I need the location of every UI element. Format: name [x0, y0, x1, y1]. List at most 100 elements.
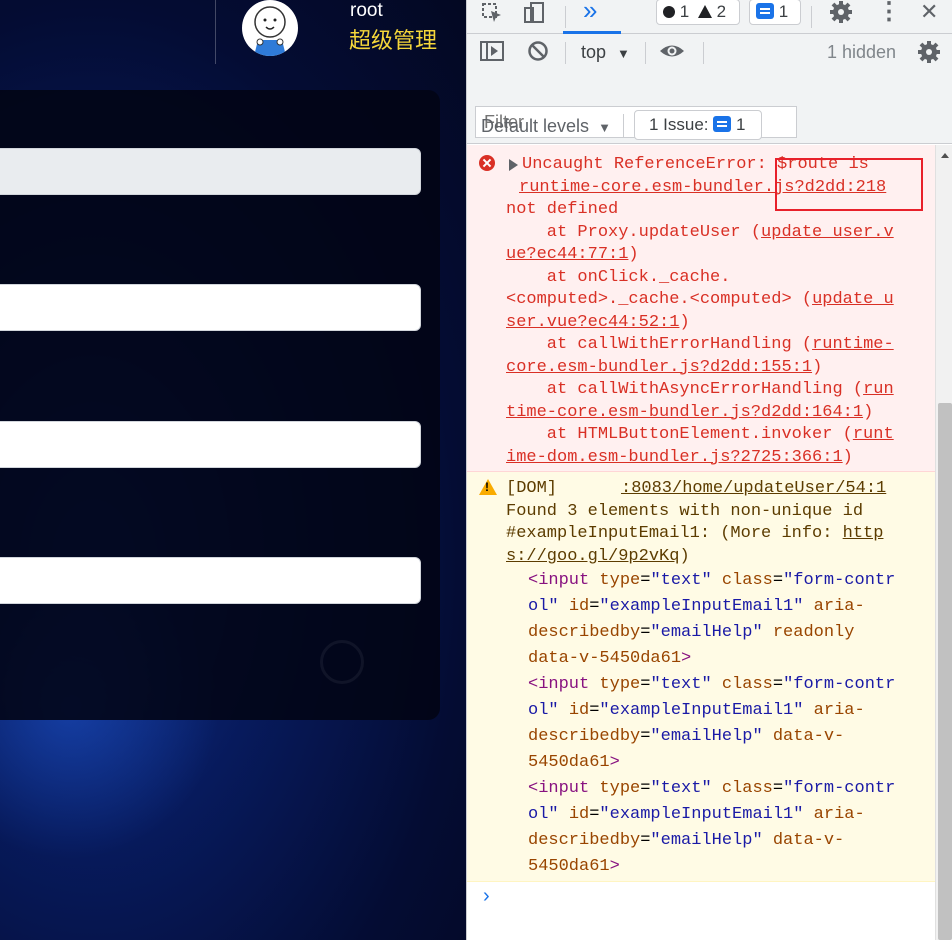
- dom-token: [559, 805, 569, 824]
- device-toolbar-icon[interactable]: [523, 2, 547, 30]
- dom-token: id: [568, 701, 590, 720]
- warning-source[interactable]: :8083/home/updateUser/54:1: [621, 478, 886, 501]
- gear-icon[interactable]: [829, 0, 853, 30]
- dom-token: =: [640, 727, 651, 746]
- dom-element-line[interactable]: 5450da61>: [528, 752, 620, 775]
- console-toolbar: top ▼ 1 hidden Default levels ▼ 1 Issue:…: [467, 34, 952, 144]
- dom-token: "exampleInputEmail1": [599, 701, 804, 720]
- stack-frame-text: <computed>._cache.<computed> (: [506, 290, 813, 309]
- dom-token: "exampleInputEmail1": [599, 597, 804, 616]
- dom-token: =: [772, 675, 784, 694]
- inspect-element-icon[interactable]: [481, 2, 503, 30]
- warning-text-line: #exampleInputEmail1: (More info: http: [506, 523, 883, 546]
- console-scrollbar[interactable]: [935, 145, 952, 940]
- dom-token: >: [681, 649, 692, 668]
- form-input-3[interactable]: [0, 421, 421, 468]
- stack-frame-link[interactable]: ime-dom.esm-bundler.js?2725:366:1: [506, 448, 843, 467]
- dom-token: type: [599, 779, 641, 798]
- clear-console-icon[interactable]: [527, 40, 549, 68]
- more-info-link[interactable]: s://goo.gl/9p2vKq: [506, 547, 679, 566]
- dom-element-line[interactable]: data-v-5450da61>: [528, 648, 691, 671]
- error-text-line: not defined: [506, 200, 619, 219]
- eye-icon[interactable]: [659, 40, 685, 68]
- user-role: 超级管理: [349, 28, 438, 53]
- dom-token: [763, 831, 773, 850]
- toolbar-separator: [565, 6, 566, 28]
- issues-message-icon: [713, 116, 732, 132]
- close-icon[interactable]: ✕: [920, 0, 938, 24]
- dom-token: "form-contr: [783, 779, 896, 798]
- error-icon: [479, 155, 495, 171]
- error-dot-icon: [663, 6, 675, 18]
- context-select[interactable]: top ▼: [581, 40, 630, 66]
- kebab-menu-icon[interactable]: ⋮: [877, 0, 901, 24]
- sidebar-toggle-icon[interactable]: [479, 40, 505, 68]
- paren: ): [679, 312, 690, 332]
- dom-element-line[interactable]: <input type="text" class="form-contr: [528, 778, 895, 801]
- scroll-up-arrow-icon[interactable]: [941, 153, 949, 158]
- warning-count: 2: [716, 2, 727, 21]
- dom-token: "exampleInputEmail1": [599, 805, 804, 824]
- paren: ): [842, 447, 853, 467]
- dom-element-line[interactable]: <input type="text" class="form-contr: [528, 570, 895, 593]
- more-tabs-icon[interactable]: »: [583, 0, 597, 23]
- issues-button[interactable]: 1 Issue: 1: [634, 110, 762, 140]
- chevron-down-icon: ▼: [598, 120, 611, 135]
- stack-frame-link[interactable]: core.esm-bundler.js?d2dd:155:1: [506, 358, 812, 377]
- toolbar-separator: [645, 42, 646, 64]
- dom-element-line[interactable]: describedby="emailHelp" readonly: [528, 622, 854, 645]
- dom-element-line[interactable]: <input type="text" class="form-contr: [528, 674, 895, 697]
- dom-element-line[interactable]: 5450da61>: [528, 856, 620, 879]
- stack-frame: ime-dom.esm-bundler.js?2725:366:1): [506, 447, 853, 470]
- stack-frame-text: at callWithAsyncErrorHandling (: [506, 380, 864, 399]
- dom-token: ol": [528, 597, 559, 616]
- issues-counter[interactable]: 1: [749, 0, 801, 25]
- scrollbar-thumb[interactable]: [938, 403, 952, 940]
- console-prompt-icon[interactable]: ›: [483, 885, 490, 908]
- form-input-4[interactable]: [0, 557, 421, 604]
- dom-token: "form-contr: [783, 675, 896, 694]
- stack-frame-link[interactable]: run: [863, 380, 894, 399]
- stack-frame-link[interactable]: update_user.v: [761, 223, 894, 242]
- avatar[interactable]: [242, 0, 298, 56]
- dom-element-line[interactable]: describedby="emailHelp" data-v-: [528, 726, 844, 749]
- stack-frame-link[interactable]: runtime-: [812, 335, 894, 354]
- stack-frame: time-core.esm-bundler.js?d2dd:164:1): [506, 402, 873, 425]
- dom-token: =: [772, 779, 784, 798]
- dom-element-line[interactable]: ol" id="exampleInputEmail1" aria-: [528, 596, 865, 619]
- issues-count: 1: [736, 115, 746, 134]
- readonly-input[interactable]: [0, 148, 421, 195]
- context-value: top: [581, 42, 607, 62]
- stack-frame-link[interactable]: ser.vue?ec44:52:1: [506, 313, 679, 332]
- error-warning-counter[interactable]: 1 2: [656, 0, 740, 25]
- stack-frame-link[interactable]: runt: [853, 425, 894, 444]
- warning-source-link[interactable]: :8083/home/updateUser/54:1: [621, 479, 886, 498]
- dom-token: <input: [528, 675, 600, 694]
- stack-frame-link[interactable]: time-core.esm-bundler.js?d2dd:164:1: [506, 403, 863, 422]
- stack-frame-text: at HTMLButtonElement.invoker (: [506, 425, 853, 444]
- stack-frame-link[interactable]: ue?ec44:77:1: [506, 245, 628, 264]
- warning-text: #exampleInputEmail1: (More info:: [506, 524, 843, 543]
- paren: ): [812, 357, 823, 377]
- dom-element-line[interactable]: ol" id="exampleInputEmail1" aria-: [528, 700, 865, 723]
- dom-token: <input: [528, 779, 600, 798]
- stack-frame: core.esm-bundler.js?d2dd:155:1): [506, 357, 822, 380]
- expand-triangle-icon[interactable]: [509, 159, 518, 171]
- console-settings-gear-icon[interactable]: [917, 40, 941, 70]
- form-input-2[interactable]: [0, 284, 421, 331]
- log-levels-select[interactable]: Default levels ▼: [481, 114, 611, 140]
- dom-token: =: [640, 831, 651, 850]
- dom-element-line[interactable]: describedby="emailHelp" data-v-: [528, 830, 844, 853]
- warning-triangle-icon: [697, 5, 712, 18]
- stack-frame: at Proxy.updateUser (update_user.v: [506, 222, 894, 245]
- stack-frame: at callWithErrorHandling (runtime-: [506, 334, 894, 357]
- dom-token: class: [721, 779, 773, 798]
- stack-frame-link[interactable]: update_u: [812, 290, 894, 309]
- dom-element-line[interactable]: ol" id="exampleInputEmail1" aria-: [528, 804, 865, 827]
- dom-token: "text": [650, 779, 712, 798]
- dom-token: class: [721, 675, 773, 694]
- dom-token: [803, 597, 813, 616]
- dom-token: 5450da61: [528, 857, 610, 876]
- dom-token: aria-: [813, 805, 865, 824]
- more-info-link[interactable]: http: [843, 524, 884, 543]
